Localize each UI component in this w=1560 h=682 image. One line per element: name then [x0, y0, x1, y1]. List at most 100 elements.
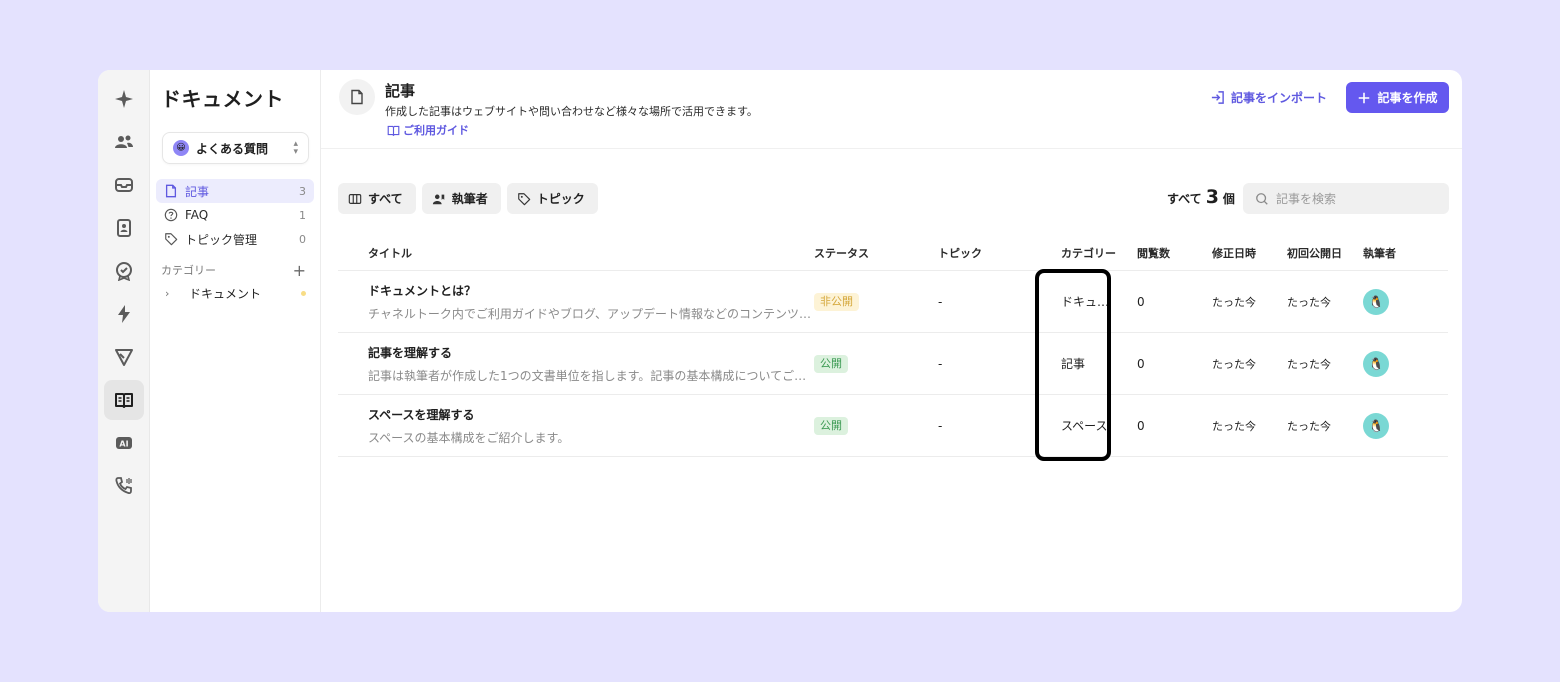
column-header-status[interactable]: ステータス [814, 245, 938, 261]
workspace-select[interactable]: 😀 よくある質問 ▴ ▾ [162, 132, 309, 164]
column-header-category[interactable]: カテゴリー [1061, 245, 1137, 261]
row-modified: たった今 [1212, 295, 1256, 309]
count-prefix: すべて [1167, 192, 1202, 206]
sidebar-item-articles[interactable]: 記事 3 [156, 179, 314, 203]
badge-check-icon[interactable] [104, 251, 144, 291]
column-header-published[interactable]: 初回公開日 [1287, 245, 1363, 261]
avatar[interactable]: 🐧 [1363, 288, 1389, 315]
filter-author-button[interactable]: 執筆者 [421, 183, 501, 214]
table-row[interactable]: 記事を理解する 記事は執筆者が作成した1つの文書単位を指します。記事の基本構成に… [338, 333, 1448, 395]
search-input[interactable] [1276, 191, 1436, 206]
row-author-cell: 🐧 [1363, 288, 1423, 315]
plus-icon [1359, 92, 1370, 103]
avatar[interactable]: 🐧 [1363, 412, 1389, 439]
row-title: 記事を理解する [368, 345, 453, 360]
sidebar-item-count: 0 [299, 232, 306, 246]
row-topic: - [938, 356, 943, 371]
table-header: タイトル ステータス トピック カテゴリー 閲覧数 修正日時 初回公開日 執筆者 [338, 236, 1448, 271]
column-header-topic[interactable]: トピック [938, 245, 1061, 261]
sidebar-item-count: 3 [299, 184, 306, 198]
users-icon[interactable] [104, 122, 144, 162]
row-category: 記事 [1061, 357, 1086, 371]
row-author-cell: 🐧 [1363, 350, 1423, 377]
filter-label: トピック [536, 192, 585, 206]
category-item[interactable]: › ドキュメント [156, 281, 314, 305]
count-suffix: 個 [1222, 192, 1235, 206]
phone-icon[interactable] [104, 466, 144, 506]
import-article-label: 記事をインポート [1231, 90, 1328, 105]
articles-table: タイトル ステータス トピック カテゴリー 閲覧数 修正日時 初回公開日 執筆者… [338, 236, 1448, 457]
sidebar-item-faq[interactable]: FAQ 1 [156, 203, 314, 227]
category-item-label: ドキュメント [189, 286, 262, 301]
count-value: 3 [1205, 186, 1219, 208]
search-icon [1256, 192, 1268, 205]
table-row[interactable]: スペースを理解する スペースの基本構成をご紹介します。 公開 - スペース 0 … [338, 395, 1448, 457]
workspace-emoji: 😀 [173, 140, 189, 156]
row-category: スペース [1061, 419, 1108, 433]
workspace-name: よくある質問 [196, 141, 269, 156]
icon-rail: AI [98, 70, 150, 612]
sidebar-item-count: 1 [299, 208, 306, 222]
column-header-author[interactable]: 執筆者 [1363, 245, 1423, 261]
main-content: 記事 作成した記事はウェブサイトや問い合わせなど様々な場所で活用できます。 ご利… [321, 70, 1462, 612]
sidebar-item-label: FAQ [185, 208, 209, 222]
row-title: ドキュメントとは？ [368, 283, 477, 298]
column-header-title[interactable]: タイトル [338, 245, 814, 261]
row-description: 記事は執筆者が作成した1つの文書単位を指します。記事の基本構成についてご紹… [368, 368, 814, 383]
page-header: 記事 作成した記事はウェブサイトや問い合わせなど様々な場所で活用できます。 ご利… [321, 70, 1462, 149]
category-header-label: カテゴリー [161, 264, 216, 277]
sidebar-item-label: トピック管理 [185, 232, 258, 247]
add-category-button[interactable]: + [293, 261, 306, 280]
sidebar-item-topics[interactable]: トピック管理 0 [156, 227, 314, 251]
guide-link[interactable]: ご利用ガイド [387, 122, 469, 138]
chevron-updown-icon: ▴ ▾ [293, 139, 298, 157]
category-status-dot [301, 290, 306, 296]
row-views: 0 [1137, 418, 1145, 433]
avatar[interactable]: 🐧 [1363, 350, 1389, 377]
ai-icon[interactable]: AI [104, 423, 144, 463]
status-badge: 公開 [814, 354, 848, 373]
category-header: カテゴリー + [156, 259, 314, 281]
table-row[interactable]: ドキュメントとは？ チャネルトーク内でご利用ガイドやブログ、アップデート情報など… [338, 271, 1448, 333]
filter-topic-button[interactable]: トピック [506, 183, 598, 214]
svg-text:AI: AI [119, 440, 128, 449]
row-topic: - [938, 294, 943, 309]
sidebar: ドキュメント 😀 よくある質問 ▴▾ 記事 3 FAQ 1 トピック管理 0 [150, 70, 321, 612]
column-header-modified[interactable]: 修正日時 [1212, 245, 1287, 261]
book-open-icon[interactable] [103, 380, 144, 420]
row-title-cell: 記事を理解する 記事は執筆者が作成した1つの文書単位を指します。記事の基本構成に… [338, 344, 814, 384]
lightning-icon[interactable] [104, 294, 144, 334]
row-title: スペースを理解する [368, 407, 475, 422]
filter-toolbar: すべて 執筆者 トピック [338, 183, 598, 214]
send-icon[interactable] [104, 337, 144, 377]
contact-card-icon[interactable] [104, 208, 144, 248]
row-author-cell: 🐧 [1363, 412, 1423, 439]
row-title-cell: スペースを理解する スペースの基本構成をご紹介します。 [338, 406, 814, 446]
filter-all-button[interactable]: すべて [338, 183, 416, 214]
app-window: AI ドキュメント 😀 よくある質問 ▴ ▾ 記事 3 FAQ 1 トピック管理… [98, 70, 1462, 612]
question-circle-icon [163, 208, 178, 223]
author-icon [432, 194, 444, 204]
tag-icon [517, 192, 530, 205]
page-description: 作成した記事はウェブサイトや問い合わせなど様々な場所で活用できます。 [385, 105, 758, 118]
column-header-views[interactable]: 閲覧数 [1137, 245, 1212, 261]
status-badge: 非公開 [814, 292, 859, 311]
create-article-button[interactable]: 記事を作成 [1346, 82, 1449, 113]
status-badge: 公開 [814, 416, 848, 435]
import-article-button[interactable]: 記事をインポート [1210, 88, 1327, 106]
row-modified: たった今 [1212, 419, 1256, 433]
sparkle-icon[interactable] [104, 79, 144, 119]
row-published: たった今 [1287, 295, 1331, 309]
tag-icon [163, 232, 178, 247]
search-box [1243, 183, 1449, 214]
sidebar-item-label: 記事 [185, 184, 210, 199]
document-icon [163, 184, 178, 199]
columns-icon [348, 193, 362, 204]
row-modified: たった今 [1212, 357, 1256, 371]
row-status-cell: 公開 [814, 416, 938, 435]
inbox-icon[interactable] [104, 165, 144, 205]
document-icon [339, 79, 375, 115]
chevron-right-icon[interactable]: › [165, 287, 179, 300]
row-description: チャネルトーク内でご利用ガイドやブログ、アップデート情報などのコンテンツ… [368, 306, 812, 321]
filter-label: すべて [368, 192, 403, 206]
